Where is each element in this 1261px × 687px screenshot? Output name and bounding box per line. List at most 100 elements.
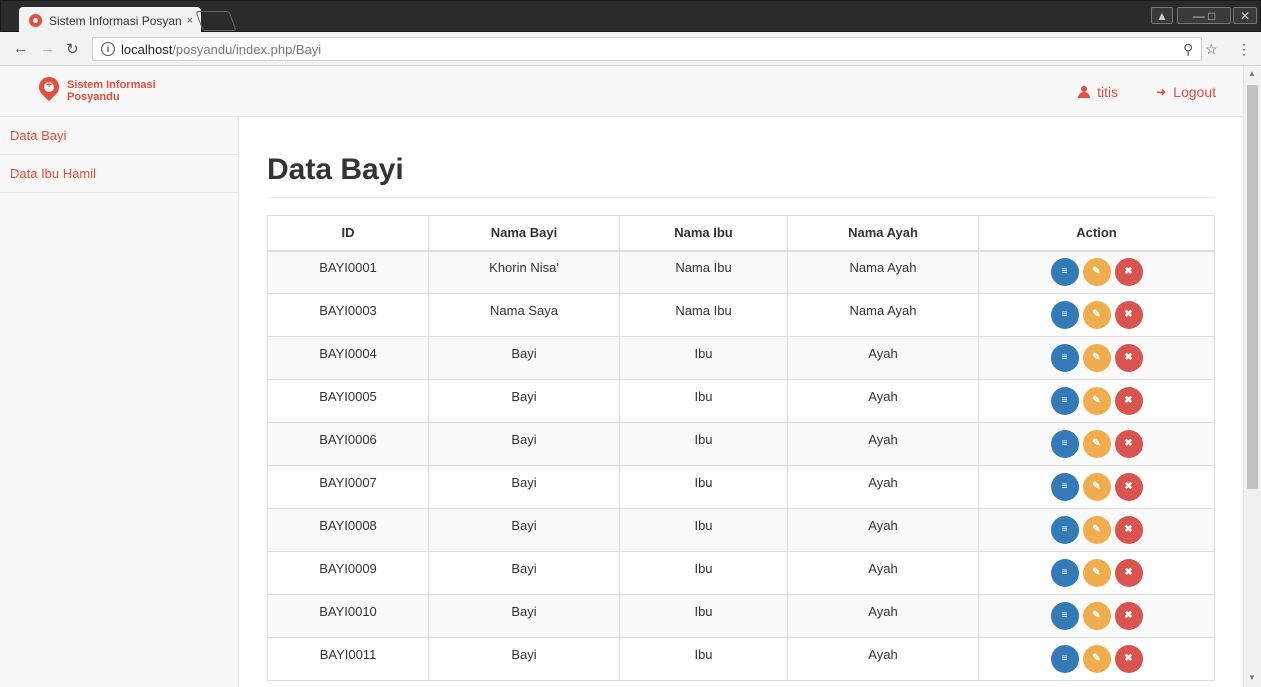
detail-button[interactable]: ≡ — [1050, 343, 1079, 372]
forward-arrow-icon[interactable]: → — [40, 40, 55, 57]
scroll-down-arrow-icon[interactable]: ▼ — [1248, 673, 1256, 682]
edit-button[interactable]: ✎ — [1082, 472, 1111, 501]
delete-button[interactable]: ✖ — [1114, 644, 1143, 673]
profile-icon[interactable]: ▲ — [1151, 7, 1173, 24]
table-row: BAYI0011 Bayi Ibu Ayah ≡ ✎ ✖ — [267, 637, 1215, 681]
cell-nama-ayah: Ayah — [787, 508, 979, 552]
top-navbar: + Sistem Informasi Posyandu titis ➜ Logo… — [0, 66, 1243, 117]
window-close-icon[interactable]: ✕ — [1233, 7, 1257, 24]
key-icon[interactable]: ⚲ — [1183, 41, 1193, 58]
times-icon: ✖ — [1124, 352, 1133, 363]
cell-action: ≡ ✎ ✖ — [978, 465, 1215, 509]
delete-button[interactable]: ✖ — [1114, 429, 1143, 458]
times-icon: ✖ — [1124, 524, 1133, 535]
delete-button[interactable]: ✖ — [1114, 601, 1143, 630]
sidebar-item-data-bayi[interactable]: Data Bayi — [0, 117, 238, 155]
username: titis — [1097, 84, 1119, 100]
times-icon: ✖ — [1124, 481, 1133, 492]
detail-button[interactable]: ≡ — [1050, 300, 1079, 329]
page-scrollbar[interactable]: ▲ ▼ — [1243, 66, 1261, 687]
edit-button[interactable]: ✎ — [1082, 386, 1111, 415]
user-menu[interactable]: titis — [1078, 84, 1118, 100]
cell-nama-ayah: Ayah — [787, 336, 979, 380]
detail-button[interactable]: ≡ — [1050, 429, 1079, 458]
detail-button[interactable]: ≡ — [1050, 601, 1079, 630]
cell-nama-ayah: Nama Ayah — [787, 293, 979, 337]
edit-button[interactable]: ✎ — [1082, 515, 1111, 544]
times-icon: ✖ — [1124, 653, 1133, 664]
pencil-icon: ✎ — [1092, 610, 1101, 621]
scroll-up-arrow-icon[interactable]: ▲ — [1248, 69, 1256, 78]
cell-nama-ayah: Ayah — [787, 637, 979, 681]
edit-button[interactable]: ✎ — [1082, 558, 1111, 587]
cell-action: ≡ ✎ ✖ — [978, 551, 1215, 595]
column-header-action: Action — [978, 215, 1215, 252]
list-icon: ≡ — [1061, 395, 1068, 406]
reload-icon[interactable]: ↻ — [66, 40, 79, 58]
menu-dots-icon[interactable]: ⋮ — [1237, 41, 1251, 58]
delete-button[interactable]: ✖ — [1114, 472, 1143, 501]
action-buttons: ≡ ✎ ✖ — [1050, 254, 1143, 286]
bookmark-star-icon[interactable]: ☆ — [1205, 41, 1218, 58]
delete-button[interactable]: ✖ — [1114, 343, 1143, 372]
cell-action: ≡ ✎ ✖ — [978, 508, 1215, 552]
info-icon[interactable]: i — [101, 42, 115, 56]
cell-id: BAYI0001 — [267, 250, 429, 294]
list-icon: ≡ — [1061, 266, 1068, 278]
sidebar-item-data-ibu-hamil[interactable]: Data Ibu Hamil — [0, 155, 238, 193]
delete-button[interactable]: ✖ — [1114, 386, 1143, 415]
delete-button[interactable]: ✖ — [1114, 257, 1143, 286]
edit-button[interactable]: ✎ — [1082, 343, 1111, 372]
action-buttons: ≡ ✎ ✖ — [1050, 469, 1143, 501]
cell-nama-bayi: Khorin Nisa' — [428, 250, 620, 294]
browser-tab[interactable]: Sistem Informasi Posyan × — [19, 7, 201, 34]
detail-button[interactable]: ≡ — [1050, 257, 1079, 286]
close-tab-icon[interactable]: × — [187, 15, 193, 27]
action-buttons: ≡ ✎ ✖ — [1050, 297, 1143, 329]
edit-button[interactable]: ✎ — [1082, 257, 1111, 286]
delete-button[interactable]: ✖ — [1114, 558, 1143, 587]
action-buttons: ≡ ✎ ✖ — [1050, 641, 1143, 673]
scrollbar-thumb[interactable] — [1247, 85, 1258, 489]
detail-button[interactable]: ≡ — [1050, 515, 1079, 544]
url-bar[interactable]: i localhost/posyandu/index.php/Bayi — [92, 37, 1202, 61]
cell-nama-bayi: Bayi — [428, 551, 620, 595]
cell-nama-ibu: Nama Ibu — [619, 293, 788, 337]
delete-button[interactable]: ✖ — [1114, 300, 1143, 329]
detail-button[interactable]: ≡ — [1050, 558, 1079, 587]
new-tab-button[interactable] — [195, 11, 237, 31]
column-header-nama-bayi: Nama Bayi — [428, 215, 620, 252]
cell-nama-bayi: Bayi — [428, 508, 620, 552]
logout-link[interactable]: ➜ Logout — [1156, 84, 1216, 100]
back-arrow-icon[interactable]: ← — [13, 40, 28, 57]
times-icon: ✖ — [1124, 438, 1133, 449]
brand-name: Sistem Informasi Posyandu — [67, 79, 156, 103]
pencil-icon: ✎ — [1092, 653, 1101, 664]
edit-button[interactable]: ✎ — [1082, 429, 1111, 458]
action-buttons: ≡ ✎ ✖ — [1050, 555, 1143, 587]
window-controls[interactable]: — □ — [1177, 7, 1231, 24]
list-icon: ≡ — [1061, 438, 1068, 449]
cell-action: ≡ ✎ ✖ — [978, 250, 1215, 294]
edit-button[interactable]: ✎ — [1082, 300, 1111, 329]
delete-button[interactable]: ✖ — [1114, 515, 1143, 544]
action-buttons: ≡ ✎ ✖ — [1050, 340, 1143, 372]
cell-nama-ibu: Ibu — [619, 336, 788, 380]
table-header-row: ID Nama Bayi Nama Ibu Nama Ayah Action — [267, 215, 1215, 252]
table-row: BAYI0004 Bayi Ibu Ayah ≡ ✎ ✖ — [267, 336, 1215, 380]
cell-id: BAYI0009 — [267, 551, 429, 595]
cell-id: BAYI0008 — [267, 508, 429, 552]
cell-id: BAYI0011 — [267, 637, 429, 681]
edit-button[interactable]: ✎ — [1082, 644, 1111, 673]
detail-button[interactable]: ≡ — [1050, 386, 1079, 415]
cell-nama-bayi: Bayi — [428, 336, 620, 380]
cell-action: ≡ ✎ ✖ — [978, 293, 1215, 337]
edit-button[interactable]: ✎ — [1082, 601, 1111, 630]
cell-nama-ibu: Ibu — [619, 551, 788, 595]
action-buttons: ≡ ✎ ✖ — [1050, 426, 1143, 458]
column-header-nama-ayah: Nama Ayah — [787, 215, 979, 252]
detail-button[interactable]: ≡ — [1050, 472, 1079, 501]
detail-button[interactable]: ≡ — [1050, 644, 1079, 673]
cell-nama-ayah: Ayah — [787, 379, 979, 423]
brand-logo[interactable]: + Sistem Informasi Posyandu — [34, 72, 157, 105]
